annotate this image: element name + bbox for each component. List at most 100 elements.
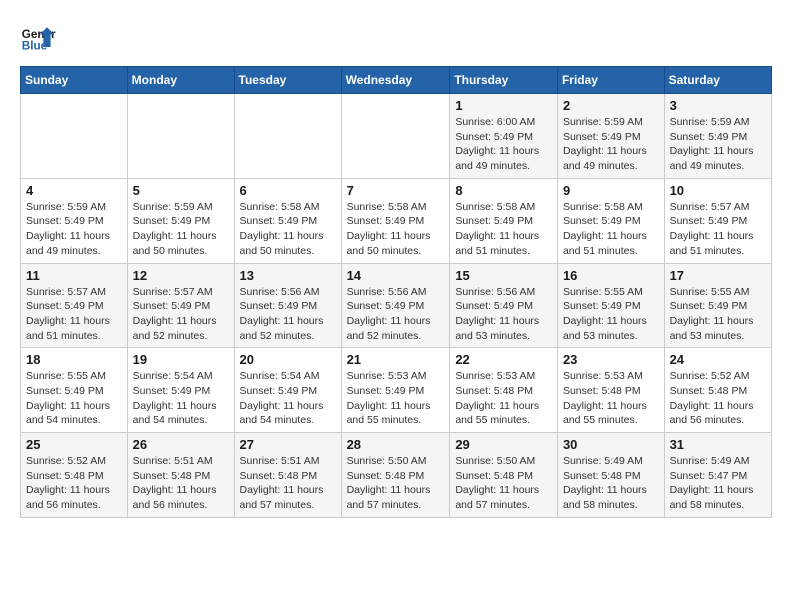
day-number: 19	[133, 352, 229, 367]
day-info: Sunrise: 5:59 AM Sunset: 5:49 PM Dayligh…	[26, 200, 122, 259]
calendar-day-cell: 27 Sunrise: 5:51 AM Sunset: 5:48 PM Dayli…	[234, 433, 341, 518]
day-number: 3	[670, 98, 766, 113]
day-number: 27	[240, 437, 336, 452]
day-info: Sunrise: 5:56 AM Sunset: 5:49 PM Dayligh…	[240, 285, 336, 344]
day-number: 1	[455, 98, 552, 113]
calendar-day-cell: 21 Sunrise: 5:53 AM Sunset: 5:49 PM Dayli…	[341, 348, 450, 433]
calendar-day-cell: 10 Sunrise: 5:57 AM Sunset: 5:49 PM Dayli…	[664, 178, 771, 263]
calendar-week-row: 25 Sunrise: 5:52 AM Sunset: 5:48 PM Dayli…	[21, 433, 772, 518]
calendar-day-cell: 23 Sunrise: 5:53 AM Sunset: 5:48 PM Dayli…	[557, 348, 664, 433]
day-info: Sunrise: 5:55 AM Sunset: 5:49 PM Dayligh…	[26, 369, 122, 428]
weekday-header-cell: Tuesday	[234, 67, 341, 94]
calendar-body: 1 Sunrise: 6:00 AM Sunset: 5:49 PM Daylig…	[21, 94, 772, 518]
day-number: 4	[26, 183, 122, 198]
calendar-day-cell: 28Sunrise: 5:50 AM Sunset: 5:48 PM Dayli…	[341, 433, 450, 518]
calendar-day-cell: 30 Sunrise: 5:49 AM Sunset: 5:48 PM Dayli…	[557, 433, 664, 518]
day-info: Sunrise: 5:58 AM Sunset: 5:49 PM Dayligh…	[455, 200, 552, 259]
day-number: 21	[347, 352, 445, 367]
day-number: 12	[133, 268, 229, 283]
weekday-header-cell: Sunday	[21, 67, 128, 94]
logo: General Blue	[20, 20, 56, 56]
day-number: 22	[455, 352, 552, 367]
day-number: 31	[670, 437, 766, 452]
calendar-day-cell: 26 Sunrise: 5:51 AM Sunset: 5:48 PM Dayli…	[127, 433, 234, 518]
calendar-day-cell	[21, 94, 128, 179]
day-info: Sunrise: 5:59 AM Sunset: 5:49 PM Dayligh…	[563, 115, 659, 174]
calendar-day-cell: 6 Sunrise: 5:58 AM Sunset: 5:49 PM Daylig…	[234, 178, 341, 263]
calendar-day-cell: 1 Sunrise: 6:00 AM Sunset: 5:49 PM Daylig…	[450, 94, 558, 179]
day-number: 16	[563, 268, 659, 283]
calendar-day-cell	[341, 94, 450, 179]
weekday-header-cell: Wednesday	[341, 67, 450, 94]
day-number: 9	[563, 183, 659, 198]
day-number: 26	[133, 437, 229, 452]
day-info: Sunrise: 5:53 AM Sunset: 5:48 PM Dayligh…	[563, 369, 659, 428]
day-info: Sunrise: 5:56 AM Sunset: 5:49 PM Dayligh…	[347, 285, 445, 344]
day-info: Sunrise: 5:52 AM Sunset: 5:48 PM Dayligh…	[26, 454, 122, 513]
weekday-header-row: SundayMondayTuesdayWednesdayThursdayFrid…	[21, 67, 772, 94]
calendar-day-cell: 24Sunrise: 5:52 AM Sunset: 5:48 PM Dayli…	[664, 348, 771, 433]
day-number: 8	[455, 183, 552, 198]
day-info: Sunrise: 5:53 AM Sunset: 5:49 PM Dayligh…	[347, 369, 445, 428]
calendar-day-cell	[234, 94, 341, 179]
day-info: Sunrise: 5:52 AM Sunset: 5:48 PM Dayligh…	[670, 369, 766, 428]
day-number: 15	[455, 268, 552, 283]
day-info: Sunrise: 5:58 AM Sunset: 5:49 PM Dayligh…	[240, 200, 336, 259]
day-number: 29	[455, 437, 552, 452]
weekday-header-cell: Monday	[127, 67, 234, 94]
day-info: Sunrise: 5:55 AM Sunset: 5:49 PM Dayligh…	[563, 285, 659, 344]
day-number: 10	[670, 183, 766, 198]
calendar-day-cell: 18Sunrise: 5:55 AM Sunset: 5:49 PM Dayli…	[21, 348, 128, 433]
day-number: 30	[563, 437, 659, 452]
calendar-day-cell: 5Sunrise: 5:59 AM Sunset: 5:49 PM Daylig…	[127, 178, 234, 263]
day-number: 14	[347, 268, 445, 283]
calendar-day-cell: 29 Sunrise: 5:50 AM Sunset: 5:48 PM Dayli…	[450, 433, 558, 518]
calendar-day-cell: 4 Sunrise: 5:59 AM Sunset: 5:49 PM Daylig…	[21, 178, 128, 263]
day-info: Sunrise: 5:58 AM Sunset: 5:49 PM Dayligh…	[347, 200, 445, 259]
calendar-day-cell: 13Sunrise: 5:56 AM Sunset: 5:49 PM Dayli…	[234, 263, 341, 348]
day-number: 25	[26, 437, 122, 452]
day-info: Sunrise: 5:51 AM Sunset: 5:48 PM Dayligh…	[240, 454, 336, 513]
day-info: Sunrise: 5:53 AM Sunset: 5:48 PM Dayligh…	[455, 369, 552, 428]
day-info: Sunrise: 5:50 AM Sunset: 5:48 PM Dayligh…	[455, 454, 552, 513]
calendar-day-cell: 7 Sunrise: 5:58 AM Sunset: 5:49 PM Daylig…	[341, 178, 450, 263]
calendar-day-cell: 31 Sunrise: 5:49 AM Sunset: 5:47 PM Dayli…	[664, 433, 771, 518]
day-info: Sunrise: 5:49 AM Sunset: 5:48 PM Dayligh…	[563, 454, 659, 513]
calendar-day-cell: 15Sunrise: 5:56 AM Sunset: 5:49 PM Dayli…	[450, 263, 558, 348]
day-info: Sunrise: 5:57 AM Sunset: 5:49 PM Dayligh…	[670, 200, 766, 259]
calendar-day-cell: 9 Sunrise: 5:58 AM Sunset: 5:49 PM Daylig…	[557, 178, 664, 263]
day-info: Sunrise: 5:57 AM Sunset: 5:49 PM Dayligh…	[133, 285, 229, 344]
calendar-week-row: 11 Sunrise: 5:57 AM Sunset: 5:49 PM Dayli…	[21, 263, 772, 348]
calendar-day-cell	[127, 94, 234, 179]
calendar-day-cell: 16 Sunrise: 5:55 AM Sunset: 5:49 PM Dayli…	[557, 263, 664, 348]
calendar-day-cell: 20Sunrise: 5:54 AM Sunset: 5:49 PM Dayli…	[234, 348, 341, 433]
day-info: Sunrise: 5:51 AM Sunset: 5:48 PM Dayligh…	[133, 454, 229, 513]
calendar-day-cell: 17Sunrise: 5:55 AM Sunset: 5:49 PM Dayli…	[664, 263, 771, 348]
day-number: 17	[670, 268, 766, 283]
calendar-day-cell: 11Sunrise: 5:57 AM Sunset: 5:49 PM Dayli…	[21, 263, 128, 348]
logo-icon: General Blue	[20, 20, 56, 56]
day-info: Sunrise: 5:54 AM Sunset: 5:49 PM Dayligh…	[240, 369, 336, 428]
day-number: 28	[347, 437, 445, 452]
weekday-header-cell: Thursday	[450, 67, 558, 94]
day-number: 5	[133, 183, 229, 198]
day-number: 7	[347, 183, 445, 198]
day-number: 11	[26, 268, 122, 283]
calendar-week-row: 18Sunrise: 5:55 AM Sunset: 5:49 PM Dayli…	[21, 348, 772, 433]
day-number: 6	[240, 183, 336, 198]
calendar-day-cell: 19Sunrise: 5:54 AM Sunset: 5:49 PM Dayli…	[127, 348, 234, 433]
day-info: Sunrise: 6:00 AM Sunset: 5:49 PM Dayligh…	[455, 115, 552, 174]
calendar-table: SundayMondayTuesdayWednesdayThursdayFrid…	[20, 66, 772, 518]
calendar-day-cell: 14 Sunrise: 5:56 AM Sunset: 5:49 PM Dayli…	[341, 263, 450, 348]
day-info: Sunrise: 5:59 AM Sunset: 5:49 PM Dayligh…	[670, 115, 766, 174]
calendar-day-cell: 22 Sunrise: 5:53 AM Sunset: 5:48 PM Dayli…	[450, 348, 558, 433]
day-info: Sunrise: 5:58 AM Sunset: 5:49 PM Dayligh…	[563, 200, 659, 259]
calendar-day-cell: 8 Sunrise: 5:58 AM Sunset: 5:49 PM Daylig…	[450, 178, 558, 263]
weekday-header-cell: Saturday	[664, 67, 771, 94]
day-info: Sunrise: 5:49 AM Sunset: 5:47 PM Dayligh…	[670, 454, 766, 513]
calendar-day-cell: 12 Sunrise: 5:57 AM Sunset: 5:49 PM Dayli…	[127, 263, 234, 348]
day-number: 23	[563, 352, 659, 367]
calendar-day-cell: 3 Sunrise: 5:59 AM Sunset: 5:49 PM Daylig…	[664, 94, 771, 179]
calendar-day-cell: 2Sunrise: 5:59 AM Sunset: 5:49 PM Daylig…	[557, 94, 664, 179]
calendar-day-cell: 25 Sunrise: 5:52 AM Sunset: 5:48 PM Dayli…	[21, 433, 128, 518]
